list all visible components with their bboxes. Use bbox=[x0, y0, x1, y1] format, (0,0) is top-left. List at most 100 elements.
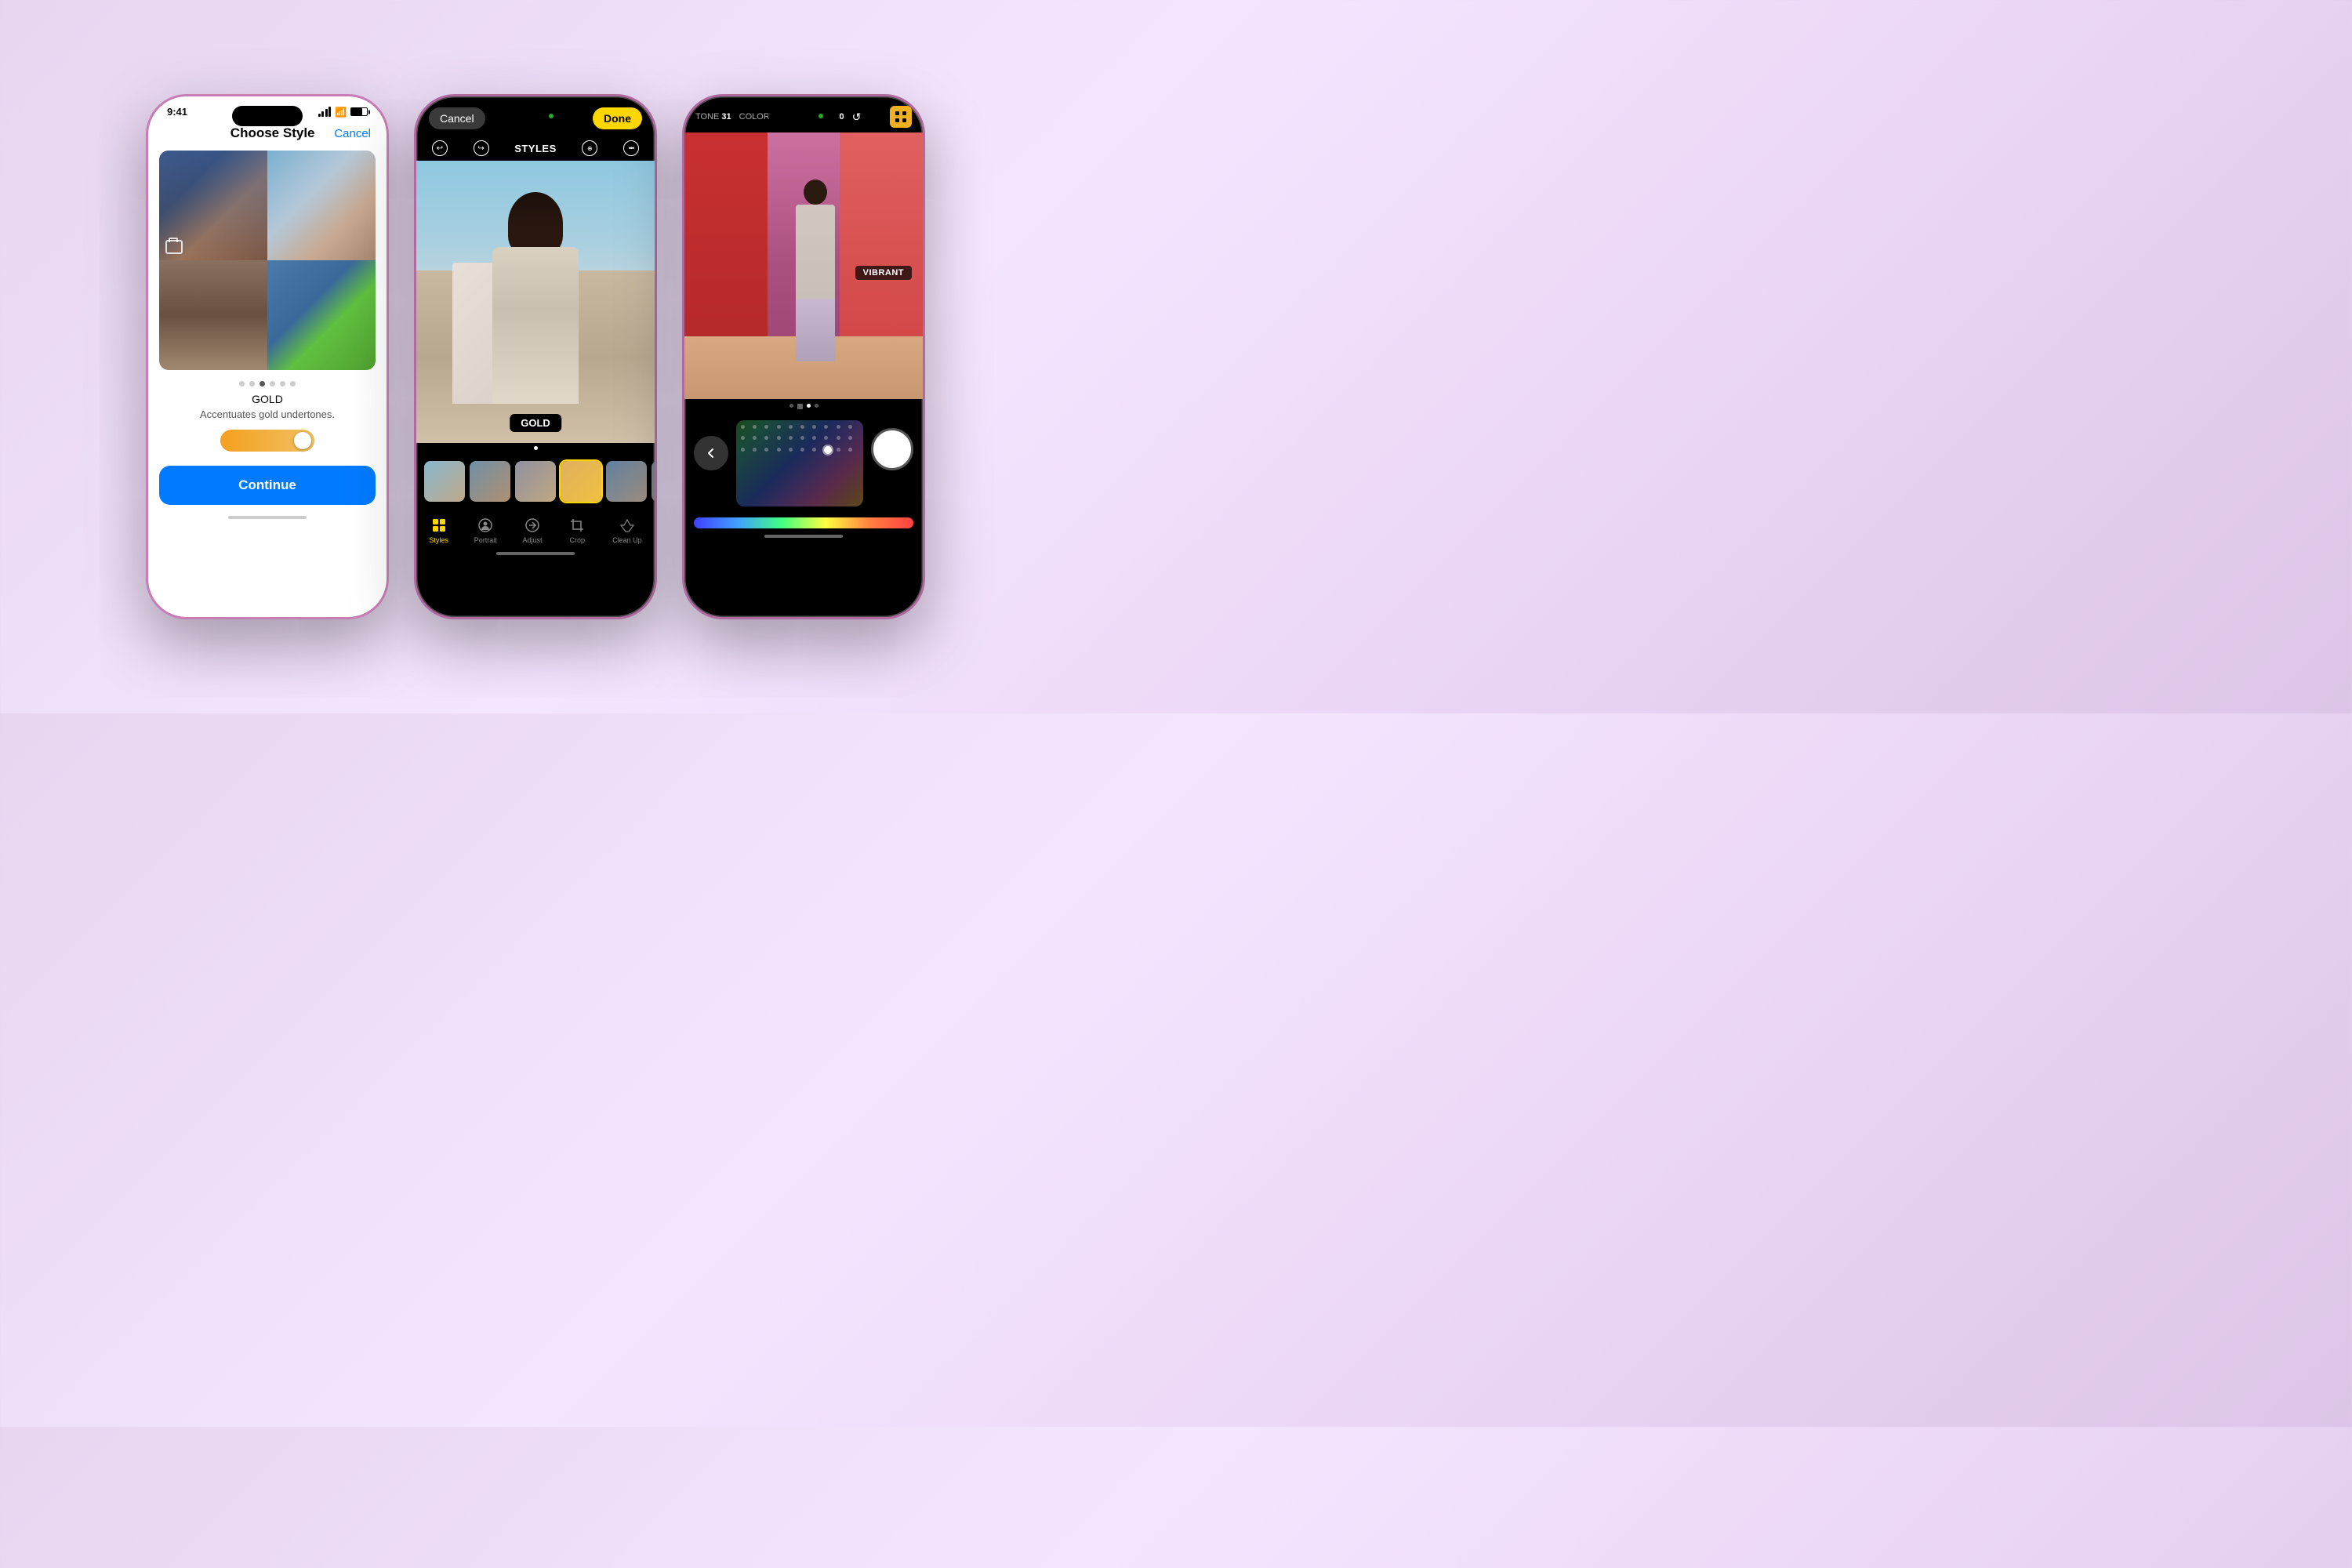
crop-icon bbox=[568, 516, 586, 535]
dynamic-island-3 bbox=[768, 106, 839, 126]
home-bar-3 bbox=[764, 535, 843, 538]
camera-indicator bbox=[549, 114, 554, 118]
style-description: Accentuates gold undertones. bbox=[148, 408, 387, 420]
image-overlay-icon bbox=[165, 240, 183, 254]
dot-6[interactable] bbox=[290, 381, 296, 387]
p-dot bbox=[764, 436, 768, 440]
toolbar-2: ↩ ↪ STYLES ⊕ ••• bbox=[416, 136, 655, 161]
skirt-3 bbox=[796, 299, 835, 361]
photo-area-2: GOLD bbox=[416, 161, 655, 443]
body-3 bbox=[796, 205, 835, 299]
palette-dots-grid bbox=[736, 420, 863, 506]
battery-icon bbox=[350, 107, 368, 116]
styles-icon bbox=[430, 516, 448, 535]
nav-cleanup[interactable]: Clean Up bbox=[612, 516, 642, 544]
p-dot bbox=[777, 425, 781, 429]
cancel-button[interactable]: Cancel bbox=[334, 127, 371, 140]
color-gradient-bar[interactable] bbox=[694, 517, 913, 528]
phone-2: Cancel Done ↩ ↪ STYLES ⊕ ••• bbox=[414, 94, 657, 619]
nav-label-crop: Crop bbox=[570, 536, 586, 544]
more-button[interactable]: ••• bbox=[623, 140, 639, 156]
nav-styles[interactable]: Styles bbox=[429, 516, 448, 544]
portrait-icon bbox=[476, 516, 495, 535]
nav-label-portrait: Portrait bbox=[474, 536, 497, 544]
camera-dot-3 bbox=[818, 114, 823, 118]
tone-value: 31 bbox=[721, 112, 731, 122]
redo-button[interactable]: ↪ bbox=[474, 140, 489, 156]
p-dot bbox=[800, 436, 804, 440]
p-dot bbox=[800, 425, 804, 429]
filter-thumb-6[interactable] bbox=[652, 461, 655, 502]
style-intensity-slider[interactable] bbox=[148, 430, 387, 452]
home-bar-2 bbox=[496, 552, 575, 555]
grid-cell-bl[interactable] bbox=[159, 260, 267, 370]
nav-crop[interactable]: Crop bbox=[568, 516, 586, 544]
dot3-3-active[interactable] bbox=[807, 404, 811, 408]
grid-cell-tl[interactable] bbox=[159, 151, 267, 260]
reset-button[interactable]: ↺ bbox=[852, 111, 862, 124]
filter-thumb-2[interactable] bbox=[470, 461, 510, 502]
page-title: Choose Style bbox=[230, 125, 315, 141]
p-dot bbox=[824, 436, 828, 440]
dot-2[interactable] bbox=[249, 381, 255, 387]
filter-strip bbox=[416, 453, 655, 510]
cancel-button-2[interactable]: Cancel bbox=[429, 107, 485, 129]
p-dot bbox=[764, 448, 768, 452]
dot-5[interactable] bbox=[280, 381, 285, 387]
head bbox=[508, 192, 563, 255]
nav-label-cleanup: Clean Up bbox=[612, 536, 642, 544]
color-palette[interactable] bbox=[736, 420, 863, 506]
dot-1[interactable] bbox=[239, 381, 245, 387]
done-button[interactable]: Done bbox=[593, 107, 642, 129]
main-photo-2 bbox=[416, 161, 655, 443]
p-dot bbox=[741, 436, 745, 440]
p-dot bbox=[777, 436, 781, 440]
dot-4[interactable] bbox=[270, 381, 275, 387]
palette-cursor bbox=[824, 446, 832, 454]
header-1: Choose Style Cancel bbox=[148, 122, 387, 151]
grid-cell-tr[interactable] bbox=[267, 151, 376, 260]
undo-button[interactable]: ↩ bbox=[432, 140, 448, 156]
continue-label: Continue bbox=[238, 477, 296, 493]
nav-portrait[interactable]: Portrait bbox=[474, 516, 497, 544]
p-dot bbox=[741, 448, 745, 452]
p-dot bbox=[812, 448, 816, 452]
p-dot bbox=[789, 425, 793, 429]
filter-thumb-4-active[interactable] bbox=[561, 461, 601, 502]
dots-row-3 bbox=[684, 399, 923, 414]
dot3-1[interactable] bbox=[789, 404, 793, 408]
dot-3-active[interactable] bbox=[260, 381, 265, 387]
grid-toggle-button[interactable] bbox=[890, 106, 912, 128]
tone-param: TONE 31 bbox=[695, 112, 731, 122]
nav-adjust[interactable]: Adjust bbox=[522, 516, 542, 544]
p-dot bbox=[848, 436, 852, 440]
p-dot bbox=[777, 448, 781, 452]
bottom-panel-3 bbox=[684, 414, 923, 513]
p-dot bbox=[753, 448, 757, 452]
filter-thumb-3[interactable] bbox=[515, 461, 556, 502]
photo-label-3: VIBRANT bbox=[855, 266, 912, 280]
grid-cell-br[interactable] bbox=[267, 260, 376, 370]
filter-thumb-1[interactable] bbox=[424, 461, 465, 502]
p-dot bbox=[789, 436, 793, 440]
continue-button[interactable]: Continue bbox=[159, 466, 376, 505]
filter-thumb-5[interactable] bbox=[606, 461, 647, 502]
navigation-button[interactable]: ⊕ bbox=[582, 140, 597, 156]
phone-3: TONE 31 COLOR 84 PALETTE 100 ↺ bbox=[682, 94, 925, 619]
slider-thumb[interactable] bbox=[294, 432, 311, 449]
dot3-2[interactable] bbox=[797, 404, 803, 409]
dot3-4[interactable] bbox=[815, 404, 818, 408]
dynamic-island-1 bbox=[232, 106, 303, 126]
p-dot bbox=[837, 436, 840, 440]
p-dot bbox=[789, 448, 793, 452]
wifi-icon: 📶 bbox=[335, 107, 347, 118]
p-dot bbox=[837, 425, 840, 429]
bottom-nav-2: Styles Portrait bbox=[416, 510, 655, 547]
color-swatch[interactable] bbox=[871, 428, 913, 470]
back-button-3[interactable] bbox=[694, 436, 728, 470]
style-name: GOLD bbox=[148, 393, 387, 405]
p-dot bbox=[824, 425, 828, 429]
p-dot bbox=[741, 425, 745, 429]
p-dot bbox=[837, 448, 840, 452]
dynamic-island-2 bbox=[500, 106, 571, 126]
